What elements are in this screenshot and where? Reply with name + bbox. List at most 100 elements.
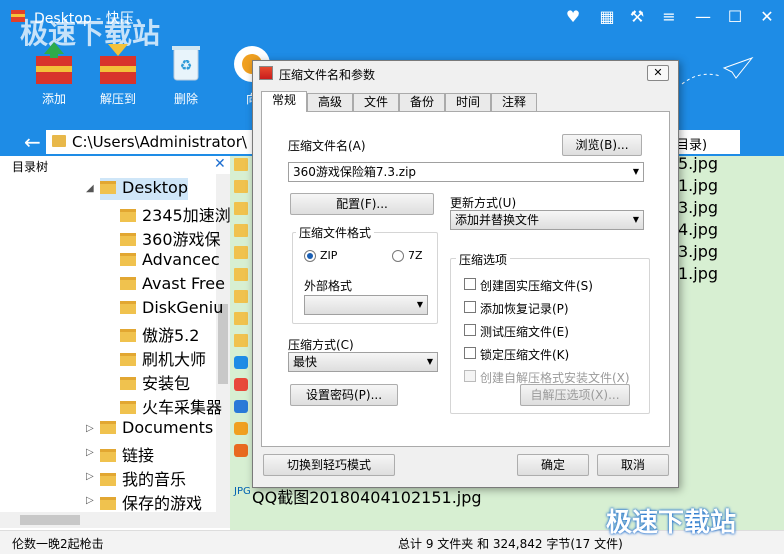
expanded-arrow-icon[interactable]: ◢: [86, 183, 94, 194]
extract-archive-icon: [100, 44, 136, 84]
list-item[interactable]: 3.jpg: [678, 242, 718, 261]
menu-icon[interactable]: ≡: [656, 6, 682, 28]
tree-header: 目录树: [12, 160, 49, 174]
tab-backup[interactable]: 备份: [399, 93, 445, 111]
tab-files[interactable]: 文件: [353, 93, 399, 111]
folder-icon: [120, 233, 136, 246]
tree-item[interactable]: ▷ 保存的游戏: [86, 490, 202, 513]
back-arrow-icon[interactable]: ←: [24, 130, 41, 154]
folder-icon: [120, 301, 136, 314]
extract-label: 解压到: [99, 92, 136, 106]
tree-horizontal-scrollbar[interactable]: [0, 512, 230, 528]
option-checkbox[interactable]: [464, 370, 476, 382]
tree-item[interactable]: 2345加速浏: [120, 202, 231, 225]
folder-icon: [234, 246, 248, 259]
scroll-thumb[interactable]: [20, 515, 80, 525]
tree-item[interactable]: 360游戏保: [120, 226, 221, 249]
svg-text:♻: ♻: [180, 58, 193, 74]
chevron-down-icon: ▼: [632, 215, 639, 224]
browse-button[interactable]: 浏览(B)...: [562, 134, 642, 156]
archive-name-combo[interactable]: 360游戏保险箱7.3.zip ▼: [288, 162, 644, 182]
list-item[interactable]: 3.jpg: [678, 198, 718, 217]
dialog-close-button[interactable]: ✕: [647, 65, 669, 81]
tree-item[interactable]: ▷ Documents: [86, 418, 213, 440]
option-checkbox[interactable]: [464, 347, 476, 359]
tree-item-label: Advancec: [142, 250, 220, 269]
method-value: 最快: [293, 355, 318, 369]
winrar-icon: [259, 66, 273, 80]
close-icon[interactable]: ✕: [754, 6, 780, 28]
external-format-select[interactable]: ▼: [304, 295, 428, 315]
method-select[interactable]: 最快 ▼: [288, 352, 438, 372]
update-mode-label: 更新方式(U): [450, 196, 517, 210]
option-checkbox[interactable]: [464, 301, 476, 313]
7z-radio[interactable]: [392, 250, 404, 262]
method-label: 压缩方式(C): [288, 338, 354, 352]
general-panel: 压缩文件名(A) 浏览(B)... 360游戏保险箱7.3.zip ▼ 配置(F…: [261, 111, 670, 447]
folder-icon: [234, 180, 248, 193]
switch-mode-button[interactable]: 切换到轻巧模式: [263, 454, 395, 476]
tree-item[interactable]: Avast Free: [120, 274, 225, 296]
option-checkbox[interactable]: [464, 278, 476, 290]
tree-item-label: 安装包: [142, 374, 191, 393]
add-button[interactable]: 添加: [24, 36, 84, 108]
app-shortcut-icon: [234, 378, 248, 391]
tree-item[interactable]: Advancec: [120, 250, 220, 272]
tree-item[interactable]: 刷机大师: [120, 346, 206, 369]
collapsed-arrow-icon[interactable]: ▷: [86, 423, 94, 434]
list-item[interactable]: 1.jpg: [678, 176, 718, 195]
collapsed-arrow-icon[interactable]: ▷: [86, 447, 94, 458]
settings-wrench-icon[interactable]: ⚒: [624, 6, 650, 28]
tree-item[interactable]: 安装包: [120, 370, 191, 393]
cancel-button[interactable]: 取消: [597, 454, 669, 476]
tab-time[interactable]: 时间: [445, 93, 491, 111]
tree-item[interactable]: 火车采集器: [120, 394, 222, 417]
folder-icon: [234, 202, 248, 215]
grid-menu-icon[interactable]: ▦: [594, 6, 620, 28]
zip-label: ZIP: [320, 249, 338, 262]
folder-icon: [234, 158, 248, 171]
7z-label: 7Z: [408, 249, 423, 262]
list-item[interactable]: 1.jpg: [678, 264, 718, 283]
collapsed-arrow-icon[interactable]: ▷: [86, 495, 94, 506]
search-icon[interactable]: [716, 132, 736, 152]
tree-item[interactable]: 傲游5.2: [120, 322, 199, 345]
list-item[interactable]: 4.jpg: [678, 220, 718, 239]
update-mode-select[interactable]: 添加并替换文件 ▼: [450, 210, 644, 230]
collapsed-arrow-icon[interactable]: ▷: [86, 471, 94, 482]
address-text: C:\Users\Administrator\: [72, 133, 247, 151]
app-shortcut-icon: [234, 422, 248, 435]
folder-icon: [234, 312, 248, 325]
list-item[interactable]: 5.jpg: [678, 154, 718, 173]
jpg-file-icon: JPG: [234, 486, 251, 497]
tree-item[interactable]: ▷ 我的音乐: [86, 466, 186, 489]
address-field[interactable]: C:\Users\Administrator\: [46, 130, 256, 154]
ok-button[interactable]: 确定: [517, 454, 589, 476]
tree-item[interactable]: ◢ Desktop: [86, 178, 188, 200]
sfx-options-button[interactable]: 自解压选项(X)...: [520, 384, 630, 406]
tree-item-label: 链接: [122, 446, 155, 465]
folder-icon: [234, 334, 248, 347]
folder-icon: [120, 329, 136, 342]
option-checkbox[interactable]: [464, 324, 476, 336]
tab-general[interactable]: 常规: [261, 91, 307, 112]
tree-close-icon[interactable]: ✕: [214, 156, 226, 172]
option-label: 测试压缩文件(E): [480, 325, 569, 339]
maximize-icon[interactable]: ☐: [722, 6, 748, 28]
tab-advanced[interactable]: 高级: [307, 93, 353, 111]
dialog-title: 压缩文件名和参数: [279, 68, 376, 82]
tree-item[interactable]: ▷ 链接: [86, 442, 155, 465]
tab-comment[interactable]: 注释: [491, 93, 537, 111]
options-group-title: 压缩选项: [456, 251, 511, 268]
tree-item[interactable]: DiskGeniu: [120, 298, 223, 320]
config-button[interactable]: 配置(F)...: [290, 193, 434, 215]
vip-icon[interactable]: ♥: [560, 6, 586, 28]
tree-item-label: Avast Free: [142, 274, 225, 293]
set-password-button[interactable]: 设置密码(P)...: [290, 384, 398, 406]
minimize-icon[interactable]: —: [690, 6, 716, 28]
zip-radio[interactable]: [304, 250, 316, 262]
delete-button[interactable]: ♻ 删除: [156, 36, 216, 108]
extract-button[interactable]: 解压到: [88, 36, 148, 108]
folder-icon: [100, 497, 116, 510]
paper-plane-icon: [681, 56, 754, 85]
